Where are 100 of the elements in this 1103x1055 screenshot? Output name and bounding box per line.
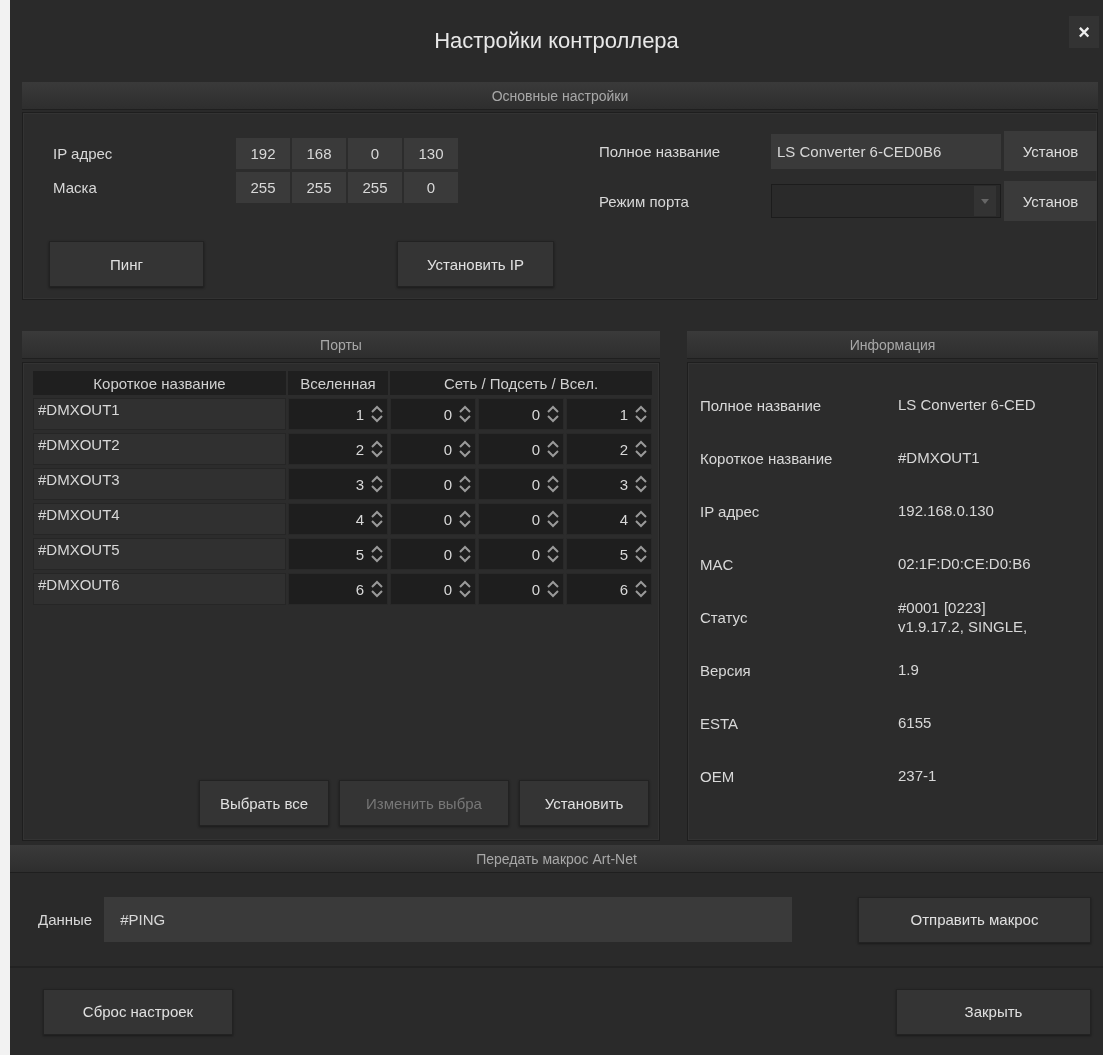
column-header: Сеть / Подсеть / Всел. (390, 371, 652, 395)
spin-arrows-icon[interactable] (546, 580, 560, 598)
octet-field[interactable]: 168 (292, 137, 346, 169)
spin-field[interactable]: 1 (566, 398, 652, 430)
send-macro-button[interactable]: Отправить макрос (858, 896, 1091, 943)
action-button[interactable]: Установить (519, 780, 649, 826)
data-field[interactable]: #PING (104, 897, 793, 942)
spin-field[interactable]: 0 (390, 573, 476, 605)
action-button[interactable]: Выбрать все (199, 780, 329, 826)
info-label: Статус (700, 609, 749, 626)
octet-field[interactable]: 0 (348, 137, 402, 169)
info-label: MAC (700, 556, 735, 573)
spin-field[interactable]: 2 (566, 433, 652, 465)
info-label: Полное название (700, 397, 823, 414)
set-button[interactable]: Установ (1004, 131, 1097, 171)
section-header: Передать макрос Art-Net (10, 845, 1103, 873)
spin-field[interactable]: 6 (288, 573, 388, 605)
info-value: LS Converter 6-CED (898, 396, 1036, 415)
octet-field[interactable]: 192 (236, 137, 290, 169)
table-cell: #DMXOUT4 (33, 503, 286, 535)
spin-field[interactable]: 6 (566, 573, 652, 605)
table-cell: #DMXOUT3 (33, 468, 286, 500)
info-label: Короткое название (700, 450, 834, 467)
spin-arrows-icon[interactable] (546, 510, 560, 528)
ping-button[interactable]: Пинг (49, 241, 204, 287)
column-header: Вселенная (288, 371, 388, 395)
spin-arrows-icon[interactable] (634, 405, 648, 423)
spin-arrows-icon[interactable] (634, 510, 648, 528)
spin-arrows-icon[interactable] (458, 545, 472, 563)
spin-arrows-icon[interactable] (458, 405, 472, 423)
spin-field[interactable]: 3 (566, 468, 652, 500)
field-label: Маска (53, 178, 98, 196)
octet-field[interactable]: 130 (404, 137, 458, 169)
info-label: IP адрес (700, 503, 761, 520)
spin-field[interactable]: 0 (390, 398, 476, 430)
info-value: 237-1 (898, 767, 937, 786)
spin-arrows-icon[interactable] (546, 475, 560, 493)
info-label: ESTA (700, 715, 740, 732)
spin-arrows-icon[interactable] (634, 475, 648, 493)
field-label: Данные (38, 911, 93, 928)
info-value: #0001 [0223] v1.9.17.2, SINGLE, (898, 598, 1028, 637)
window-title: Настройки контроллера (434, 28, 679, 54)
section-header: Информация (687, 331, 1098, 359)
set-button[interactable]: Установ (1004, 181, 1097, 221)
spin-arrows-icon[interactable] (458, 510, 472, 528)
spin-field[interactable]: 0 (390, 538, 476, 570)
spin-field[interactable]: 0 (478, 468, 564, 500)
spin-field[interactable]: 2 (288, 433, 388, 465)
table-cell: #DMXOUT2 (33, 433, 286, 465)
spin-arrows-icon[interactable] (634, 545, 648, 563)
info-value: 6155 (898, 714, 932, 733)
table-cell: #DMXOUT5 (33, 538, 286, 570)
spin-field[interactable]: 1 (288, 398, 388, 430)
octet-field[interactable]: 255 (292, 171, 346, 203)
table-cell: #DMXOUT1 (33, 398, 286, 430)
spin-arrows-icon[interactable] (458, 580, 472, 598)
spin-field[interactable]: 3 (288, 468, 388, 500)
info-label: OEM (700, 768, 736, 785)
octet-field[interactable]: 255 (348, 171, 402, 203)
close-button[interactable]: × (1069, 16, 1099, 48)
reset-button[interactable]: Сброс настроек (43, 988, 233, 1035)
spin-field[interactable]: 0 (478, 538, 564, 570)
spin-field[interactable]: 0 (478, 398, 564, 430)
info-value: 02:1F:D0:CE:D0:B6 (898, 555, 1031, 574)
spin-arrows-icon[interactable] (458, 475, 472, 493)
spin-field[interactable]: 0 (478, 433, 564, 465)
name-field[interactable]: LS Converter 6-CED0B6 (771, 133, 1001, 169)
spin-field[interactable]: 5 (288, 538, 388, 570)
octet-field[interactable]: 255 (236, 171, 290, 203)
spin-field[interactable]: 0 (478, 503, 564, 535)
info-value: #DMXOUT1 (898, 449, 980, 468)
spin-arrows-icon[interactable] (546, 545, 560, 563)
table-cell: #DMXOUT6 (33, 573, 286, 605)
spin-field[interactable]: 0 (478, 573, 564, 605)
spin-field[interactable]: 0 (390, 468, 476, 500)
spin-field[interactable]: 0 (390, 433, 476, 465)
spin-arrows-icon[interactable] (634, 580, 648, 598)
spin-arrows-icon[interactable] (370, 440, 384, 458)
spin-field[interactable]: 4 (566, 503, 652, 535)
spin-arrows-icon[interactable] (370, 545, 384, 563)
spin-arrows-icon[interactable] (546, 440, 560, 458)
spin-arrows-icon[interactable] (370, 475, 384, 493)
spin-field[interactable]: 0 (390, 503, 476, 535)
spin-arrows-icon[interactable] (370, 580, 384, 598)
spin-arrows-icon[interactable] (458, 440, 472, 458)
set-ip-button[interactable]: Установить IP (397, 241, 554, 287)
spin-arrows-icon[interactable] (370, 405, 384, 423)
section-header: Порты (22, 331, 660, 359)
octet-field[interactable]: 0 (404, 171, 458, 203)
spin-arrows-icon[interactable] (370, 510, 384, 528)
spin-field[interactable]: 4 (288, 503, 388, 535)
info-value: 1.9 (898, 661, 919, 680)
spin-arrows-icon[interactable] (634, 440, 648, 458)
info-value: 192.168.0.130 (898, 502, 994, 521)
column-header: Короткое название (33, 371, 286, 395)
field-label: Режим порта (599, 192, 690, 210)
dropdown-caret-icon (974, 186, 996, 216)
spin-arrows-icon[interactable] (546, 405, 560, 423)
spin-field[interactable]: 5 (566, 538, 652, 570)
close-dialog-button[interactable]: Закрыть (896, 988, 1091, 1035)
